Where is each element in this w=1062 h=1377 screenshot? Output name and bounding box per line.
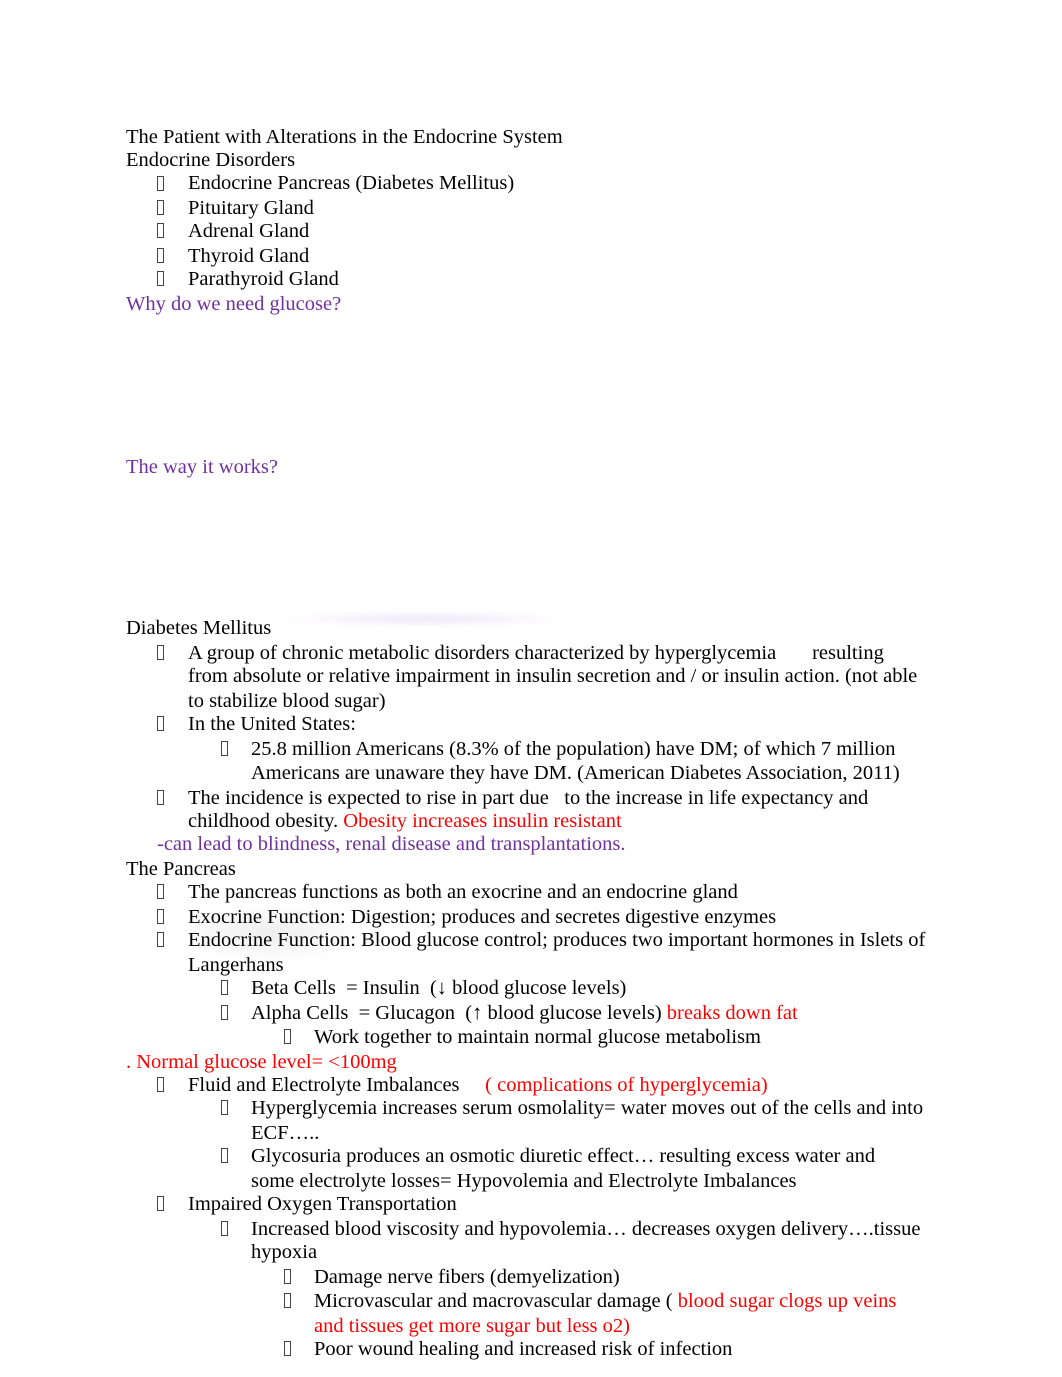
viscosity-line: Increased blood viscosity and hypovolemi… (251, 1218, 921, 1240)
question-how-it-works: The way it works? (126, 456, 278, 478)
work-together: Work together to maintain normal glucose… (314, 1026, 761, 1048)
bullet-icon (157, 248, 164, 263)
purple-smudge-artifact (270, 612, 580, 626)
dm-definition-line: from absolute or relative impairment in … (188, 665, 918, 687)
pancreas-heading: The Pancreas (126, 858, 236, 880)
vascular-damage: Microvascular and macrovascular damage ( (314, 1290, 678, 1312)
bullet-icon (221, 1100, 228, 1115)
glycosuria-line: some electrolyte losses= Hypovolemia and… (251, 1170, 797, 1192)
bullet-icon (157, 223, 164, 238)
alpha-cells: Alpha Cells = Glucagon (↑ blood glucose … (251, 1002, 667, 1024)
bullet-icon (284, 1341, 291, 1356)
hyperglycemia-line: ECF….. (251, 1122, 320, 1144)
bullet-icon (221, 980, 228, 995)
list-item: Parathyroid Gland (188, 268, 339, 290)
pancreas-item: Endocrine Function: Blood glucose contro… (188, 929, 926, 951)
obesity-note: Obesity increases insulin resistant (343, 810, 622, 832)
incidence-line: The incidence is expected to rise in par… (188, 787, 869, 809)
vascular-line: Microvascular and macrovascular damage (… (314, 1289, 896, 1313)
complications-note: -can lead to blindness, renal disease an… (157, 833, 626, 855)
fluid-heading: Fluid and Electrolyte Imbalances (188, 1074, 486, 1096)
nerve-damage: Damage nerve fibers (demyelization) (314, 1266, 620, 1288)
glycosuria-line: Glycosuria produces an osmotic diuretic … (251, 1145, 876, 1167)
pancreas-item: Exocrine Function: Digestion; produces a… (188, 906, 777, 928)
bullet-icon (157, 716, 164, 731)
bullet-icon (221, 741, 228, 756)
incidence-line: childhood obesity. Obesity increases ins… (188, 809, 622, 833)
alpha-note: breaks down fat (666, 1002, 798, 1024)
bullet-icon (157, 1077, 164, 1092)
bullet-icon (284, 1269, 291, 1284)
alpha-cells-line: Alpha Cells = Glucagon (↑ blood glucose … (251, 1001, 798, 1025)
dm-statistics-line: Americans are unaware they have DM. (Ame… (251, 762, 900, 784)
bullet-icon (221, 1221, 228, 1236)
bullet-icon (157, 645, 164, 660)
wound-healing: Poor wound healing and increased risk of… (314, 1338, 733, 1360)
bullet-icon (157, 1196, 164, 1211)
vascular-note-continued: and tissues get more sugar but less o2) (314, 1315, 630, 1337)
oxygen-heading: Impaired Oxygen Transportation (188, 1193, 457, 1215)
hyperglycemia-line: Hyperglycemia increases serum osmolality… (251, 1097, 924, 1119)
us-label: In the United States: (188, 713, 356, 735)
diabetes-mellitus-heading: Diabetes Mellitus (126, 617, 272, 639)
bullet-icon (157, 176, 164, 191)
dm-definition-line: to stabilize blood sugar) (188, 690, 386, 712)
pancreas-item: Langerhans (188, 954, 284, 976)
bullet-icon (157, 271, 164, 286)
bullet-icon (157, 790, 164, 805)
bullet-icon (221, 1148, 228, 1163)
pancreas-item: The pancreas functions as both an exocri… (188, 881, 738, 903)
normal-glucose-level: . Normal glucose level= <100mg (126, 1051, 397, 1073)
bullet-icon (284, 1293, 291, 1308)
bullet-icon (157, 909, 164, 924)
fluid-note: ( complications of hyperglycemia) (485, 1074, 768, 1096)
question-why-glucose: Why do we need glucose? (126, 293, 342, 315)
dm-statistics-line: 25.8 million Americans (8.3% of the popu… (251, 738, 896, 760)
list-item: Thyroid Gland (188, 245, 310, 267)
fluid-heading-line: Fluid and Electrolyte Imbalances ( compl… (188, 1073, 768, 1097)
bullet-icon (221, 1005, 228, 1020)
beta-cells: Beta Cells = Insulin (↓ blood glucose le… (251, 977, 627, 999)
bullet-icon (284, 1029, 291, 1044)
list-item: Endocrine Pancreas (Diabetes Mellitus) (188, 172, 515, 194)
dm-definition-line: A group of chronic metabolic disorders c… (188, 642, 884, 664)
viscosity-line: hypoxia (251, 1241, 318, 1263)
bullet-icon (157, 200, 164, 215)
document-title: The Patient with Alterations in the Endo… (126, 126, 563, 148)
bullet-icon (157, 884, 164, 899)
vascular-note: blood sugar clogs up veins (677, 1290, 897, 1312)
bullet-icon (157, 932, 164, 947)
incidence-text: childhood obesity. (188, 810, 344, 832)
list-item: Adrenal Gland (188, 220, 310, 242)
list-item: Pituitary Gland (188, 197, 314, 219)
endocrine-disorders-heading: Endocrine Disorders (126, 149, 296, 171)
